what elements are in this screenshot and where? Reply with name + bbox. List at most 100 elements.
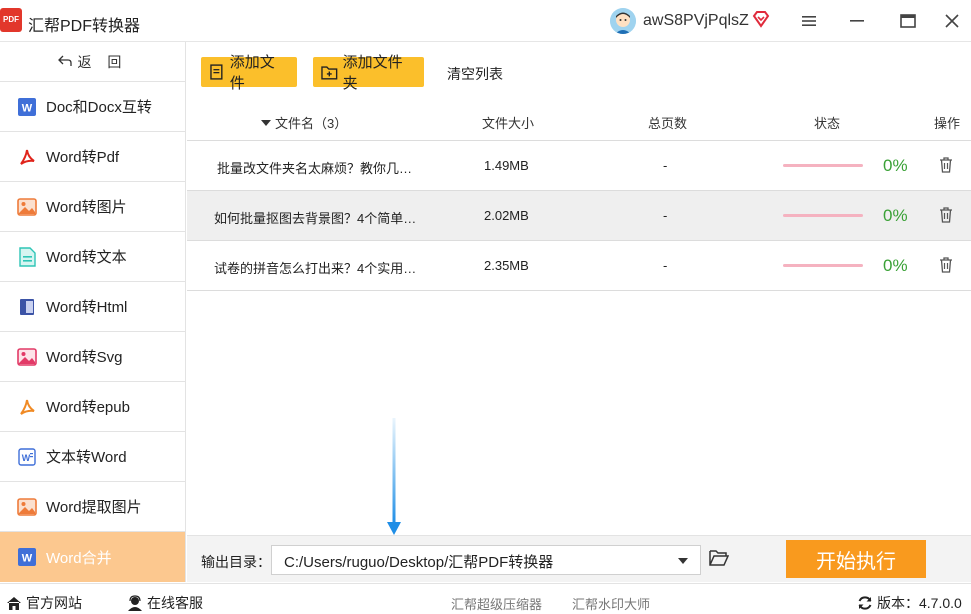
sidebar-item-word-svg[interactable]: Word转Svg — [0, 332, 185, 382]
image-extract-icon — [17, 497, 37, 517]
watermark-link[interactable]: 汇帮水印大师 — [572, 594, 650, 613]
word-outline-icon: W — [17, 447, 37, 467]
progress-bar — [783, 164, 863, 167]
header-filename-label: 文件名（3） — [275, 116, 348, 131]
svg-text:W: W — [22, 102, 33, 114]
open-folder-icon[interactable] — [709, 549, 729, 567]
delete-icon[interactable] — [939, 157, 953, 173]
refresh-icon — [858, 596, 872, 610]
svg-text:W: W — [22, 453, 31, 463]
add-file-label: 添加文件 — [229, 54, 275, 92]
sidebar-item-label: Word转文本 — [46, 249, 127, 266]
official-website-link[interactable]: 官方网站 — [6, 593, 82, 613]
user-name[interactable]: awS8PVjPqlsZ — [643, 12, 749, 30]
sidebar-item-word-html[interactable]: Word转Html — [0, 282, 185, 332]
row-filesize: 1.49MB — [484, 158, 529, 173]
sidebar-item-word-extract-image[interactable]: Word提取图片 — [0, 482, 185, 532]
avatar[interactable] — [610, 8, 636, 34]
maximize-icon[interactable] — [894, 8, 922, 34]
table-row[interactable]: 试卷的拼音怎么打出来？4个实用… 2.35MB - 0% — [187, 241, 971, 291]
clear-list-button[interactable]: 清空列表 — [447, 64, 503, 84]
row-progress: 0% — [883, 256, 908, 275]
sidebar-item-word-epub[interactable]: Word转epub — [0, 382, 185, 432]
table-header: 文件名（3） 文件大小 总页数 状态 操作 — [187, 100, 971, 141]
toolbar: 添加文件 添加文件夹 清空列表 — [187, 42, 971, 100]
home-icon — [7, 596, 21, 610]
app-title: 汇帮PDF转换器 — [28, 18, 141, 35]
output-path-select[interactable]: C:/Users/ruguo/Desktop/汇帮PDF转换器 — [271, 545, 701, 575]
header-filesize: 文件大小 — [482, 116, 535, 131]
sidebar-item-label: Word转Svg — [46, 349, 123, 366]
output-label: 输出目录： — [201, 554, 271, 570]
back-arrow-icon — [57, 54, 72, 70]
sidebar-item-label: Word转epub — [46, 399, 130, 416]
svg-text:W: W — [22, 553, 33, 565]
sidebar: 返 回 W Doc和Docx互转 Word转Pdf Word转图片 Word转文… — [0, 42, 186, 582]
output-path-value: C:/Users/ruguo/Desktop/汇帮PDF转换器 — [284, 554, 554, 571]
progress-bar — [783, 214, 863, 217]
header-status: 状态 — [814, 116, 841, 131]
sidebar-item-label: Doc和Docx互转 — [46, 99, 152, 116]
delete-icon[interactable] — [939, 257, 953, 273]
sidebar-item-word-pdf[interactable]: Word转Pdf — [0, 132, 185, 182]
row-filename: 试卷的拼音怎么打出来？4个实用… — [214, 261, 417, 276]
word-icon: W — [17, 547, 37, 567]
table-row[interactable]: 如何批量抠图去背景图？4个简单… 2.02MB - 0% — [187, 191, 971, 241]
version-value: 4.7.0.0 — [919, 595, 962, 611]
sidebar-item-text-word[interactable]: W 文本转Word — [0, 432, 185, 482]
sort-down-icon — [261, 119, 271, 126]
back-label: 返 回 — [77, 53, 128, 70]
start-button[interactable]: 开始执行 — [786, 540, 926, 578]
customer-service-icon — [128, 595, 142, 611]
row-progress: 0% — [883, 206, 908, 225]
vip-diamond-icon[interactable] — [752, 10, 770, 28]
version-label: 版本： — [877, 595, 919, 611]
sidebar-item-word-text[interactable]: Word转文本 — [0, 232, 185, 282]
version-info[interactable]: 版本： 4.7.0.0 — [857, 593, 962, 613]
sidebar-item-label: Word转图片 — [46, 199, 127, 216]
back-button[interactable]: 返 回 — [0, 42, 185, 82]
sidebar-item-doc-docx[interactable]: W Doc和Docx互转 — [0, 82, 185, 132]
row-pages: - — [663, 158, 668, 173]
arrow-down-indicator-icon — [387, 418, 401, 535]
add-folder-icon — [321, 65, 338, 80]
title-bar: PDF 汇帮PDF转换器 awS8PVjPqlsZ — [0, 0, 971, 42]
online-support-label: 在线客服 — [147, 595, 203, 611]
text-file-icon — [17, 246, 37, 267]
sidebar-item-word-image[interactable]: Word转图片 — [0, 182, 185, 232]
image-icon — [17, 197, 37, 217]
app-logo-icon: PDF — [0, 8, 22, 32]
header-action: 操作 — [934, 116, 961, 131]
row-filename: 如何批量抠图去背景图？4个简单… — [214, 211, 417, 226]
row-progress: 0% — [883, 156, 908, 175]
row-filename: 批量改文件夹名太麻烦？教你几… — [217, 161, 413, 176]
add-file-button[interactable]: 添加文件 — [201, 54, 297, 92]
row-filesize: 2.35MB — [484, 258, 529, 273]
row-filesize: 2.02MB — [484, 208, 529, 223]
sidebar-item-label: Word转Pdf — [46, 149, 120, 166]
official-website-label: 官方网站 — [26, 595, 82, 611]
close-icon[interactable] — [938, 8, 966, 34]
menu-icon[interactable] — [795, 8, 823, 34]
progress-bar — [783, 264, 863, 267]
online-support-link[interactable]: 在线客服 — [127, 593, 203, 613]
header-filename[interactable]: 文件名（3） — [261, 113, 347, 132]
sidebar-item-word-merge[interactable]: W Word合并 — [0, 532, 185, 582]
sidebar-item-label: Word转Html — [46, 299, 128, 316]
add-file-icon — [210, 64, 223, 80]
compressor-link[interactable]: 汇帮超级压缩器 — [451, 594, 542, 613]
header-pages: 总页数 — [648, 116, 688, 131]
delete-icon[interactable] — [939, 207, 953, 223]
sidebar-item-label: 文本转Word — [46, 449, 127, 466]
minimize-icon[interactable] — [843, 8, 871, 34]
epub-icon — [17, 397, 37, 417]
add-folder-label: 添加文件夹 — [342, 54, 403, 92]
pdf-icon — [17, 147, 37, 167]
table-row[interactable]: 批量改文件夹名太麻烦？教你几… 1.49MB - 0% — [187, 141, 971, 191]
html-icon — [17, 297, 37, 317]
word-icon: W — [17, 97, 37, 117]
add-folder-button[interactable]: 添加文件夹 — [313, 54, 424, 92]
svg-image-icon — [17, 347, 37, 367]
row-pages: - — [663, 208, 668, 223]
chevron-down-icon — [678, 558, 688, 564]
